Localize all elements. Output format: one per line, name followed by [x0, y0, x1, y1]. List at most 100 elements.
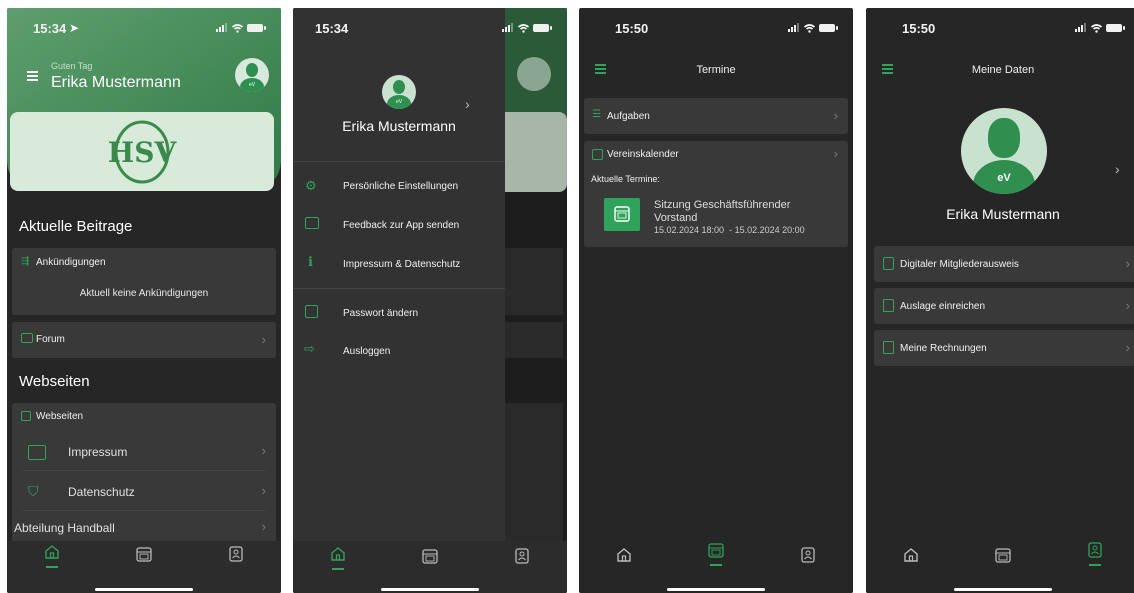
- home-indicator: [667, 588, 765, 591]
- menu-icon[interactable]: [27, 71, 38, 81]
- chevron-right-icon: ›: [833, 108, 838, 123]
- announcements-empty: Aktuell keine Ankündigungen: [79, 288, 209, 299]
- tasks-label: Aufgaben: [607, 111, 650, 122]
- club-calendar-card[interactable]: Vereinskalender › Aktuelle Termine: Sitz…: [584, 141, 848, 247]
- battery-icon: [1106, 23, 1125, 32]
- logout-icon: ⇨: [304, 341, 315, 356]
- current-appointments-label: Aktuelle Termine:: [591, 174, 660, 184]
- calendar-label: Vereinskalender: [607, 149, 679, 160]
- home-indicator: [95, 588, 193, 591]
- home-icon[interactable]: [329, 545, 347, 563]
- club-logo: HSV: [108, 120, 178, 184]
- calendar-icon[interactable]: [994, 546, 1012, 564]
- chevron-right-icon: ›: [1125, 256, 1130, 271]
- lock-icon: [305, 305, 318, 318]
- home-icon[interactable]: [902, 546, 920, 564]
- tasks-row[interactable]: ☰ Aufgaben ›: [584, 98, 848, 134]
- profile-icon[interactable]: [1086, 541, 1104, 559]
- link-label: Abteilung Handball: [14, 521, 115, 535]
- status-bar: 15:34 ➤: [7, 8, 281, 48]
- dimmed-background[interactable]: [505, 8, 567, 593]
- wifi-icon: [232, 23, 243, 33]
- chevron-right-icon: ›: [1125, 340, 1130, 355]
- chevron-right-icon: ›: [261, 483, 266, 498]
- menu-item-password[interactable]: Passwort ändern: [293, 300, 505, 328]
- location-arrow-icon: ➤: [69, 21, 80, 35]
- forum-row[interactable]: Forum ›: [12, 322, 276, 358]
- page-title: Meine Daten: [971, 64, 1035, 76]
- greeting: Guten Tag: [51, 61, 93, 71]
- chat-icon: [21, 333, 33, 343]
- home-icon[interactable]: [43, 543, 61, 561]
- calendar-icon[interactable]: [707, 541, 725, 559]
- announcements-card[interactable]: ⇶ Ankündigungen Aktuell keine Ankündigun…: [12, 248, 276, 315]
- signal-icon: [788, 23, 799, 32]
- megaphone-icon: ⇶: [21, 256, 30, 267]
- signal-icon: [216, 23, 227, 32]
- menu-item-label: Ausloggen: [343, 346, 391, 357]
- menu-item-settings[interactable]: ⚙ Persönliche Einstellungen: [293, 173, 505, 201]
- chevron-right-icon[interactable]: ›: [465, 96, 470, 112]
- profile-icon[interactable]: [799, 546, 817, 564]
- chevron-right-icon: ›: [1125, 298, 1130, 313]
- drawer-user-name: Erika Mustermann: [342, 118, 456, 134]
- profile-icon[interactable]: [513, 547, 531, 565]
- chevron-right-icon[interactable]: ›: [1115, 161, 1120, 177]
- section-news-title: Aktuelle Beitrage: [19, 218, 133, 235]
- event-title: Sitzung Geschäftsführender Vorstand: [654, 199, 791, 224]
- home-icon[interactable]: [615, 546, 633, 564]
- row-submit-expense[interactable]: Auslage einreichen ›: [874, 288, 1134, 324]
- menu-item-feedback[interactable]: Feedback zur App senden: [293, 211, 505, 239]
- websites-title: Webseiten: [36, 411, 84, 422]
- id-card-icon: [883, 257, 894, 270]
- logo-text: HSV: [108, 136, 178, 169]
- link-label: Datenschutz: [68, 485, 135, 499]
- home-screen: 15:34 ➤ Guten Tag Erika Mustermann eV HS…: [7, 8, 281, 593]
- profile-screen: 15:50 Meine Daten eV › Erika Mustermann …: [866, 8, 1134, 593]
- bottom-nav: [866, 531, 1134, 593]
- avatar[interactable]: eV: [961, 108, 1047, 194]
- checklist-icon: ☰: [592, 109, 601, 120]
- avatar[interactable]: eV: [235, 58, 269, 92]
- status-bar: 15:34: [293, 8, 567, 48]
- wifi-icon: [804, 23, 815, 33]
- status-time: 15:34: [315, 21, 349, 36]
- browser-icon: [28, 445, 46, 460]
- message-icon: [305, 217, 319, 229]
- bottom-nav: [579, 531, 853, 593]
- status-bar: 15:50: [866, 8, 1134, 48]
- privacy-icon: ⛉: [28, 483, 39, 499]
- chevron-right-icon: ›: [833, 146, 838, 161]
- info-icon: ℹ: [308, 254, 313, 269]
- drawer-screen: 15:34 eV › Erika Mustermann ⚙ Persönlich…: [293, 8, 567, 593]
- avatar[interactable]: eV: [382, 75, 416, 109]
- menu-item-label: Passwort ändern: [343, 308, 419, 319]
- menu-item-logout[interactable]: ⇨ Ausloggen: [293, 338, 505, 366]
- home-indicator: [954, 588, 1052, 591]
- appointments-screen: 15:50 Termine ☰ Aufgaben › Vereinskalend…: [579, 8, 853, 593]
- bottom-nav: [293, 541, 567, 593]
- signal-icon: [502, 23, 513, 32]
- calendar-icon[interactable]: [135, 545, 153, 563]
- menu-item-label: Persönliche Einstellungen: [343, 181, 459, 192]
- menu-item-label: Impressum & Datenschutz: [343, 259, 461, 270]
- row-invoices[interactable]: Meine Rechnungen ›: [874, 330, 1134, 366]
- link-label: Impressum: [68, 445, 128, 459]
- globe-icon: [21, 411, 31, 421]
- calendar-icon: [592, 149, 603, 160]
- calendar-icon[interactable]: [421, 547, 439, 565]
- chevron-right-icon: ›: [261, 443, 266, 458]
- row-label: Digitaler Mitgliederausweis: [900, 259, 1019, 270]
- document-icon: [883, 299, 894, 312]
- row-member-card[interactable]: Digitaler Mitgliederausweis ›: [874, 246, 1134, 282]
- battery-icon: [819, 23, 838, 32]
- chevron-right-icon: ›: [261, 519, 266, 534]
- status-time: 15:50: [615, 21, 649, 36]
- event-calendar-icon: [604, 198, 640, 231]
- menu-item-impressum[interactable]: ℹ Impressum & Datenschutz: [293, 250, 505, 278]
- row-label: Auslage einreichen: [900, 301, 986, 312]
- avatar-label: eV: [973, 160, 1035, 194]
- profile-icon[interactable]: [227, 545, 245, 563]
- status-bar: 15:50: [579, 8, 853, 48]
- wifi-icon: [518, 23, 529, 33]
